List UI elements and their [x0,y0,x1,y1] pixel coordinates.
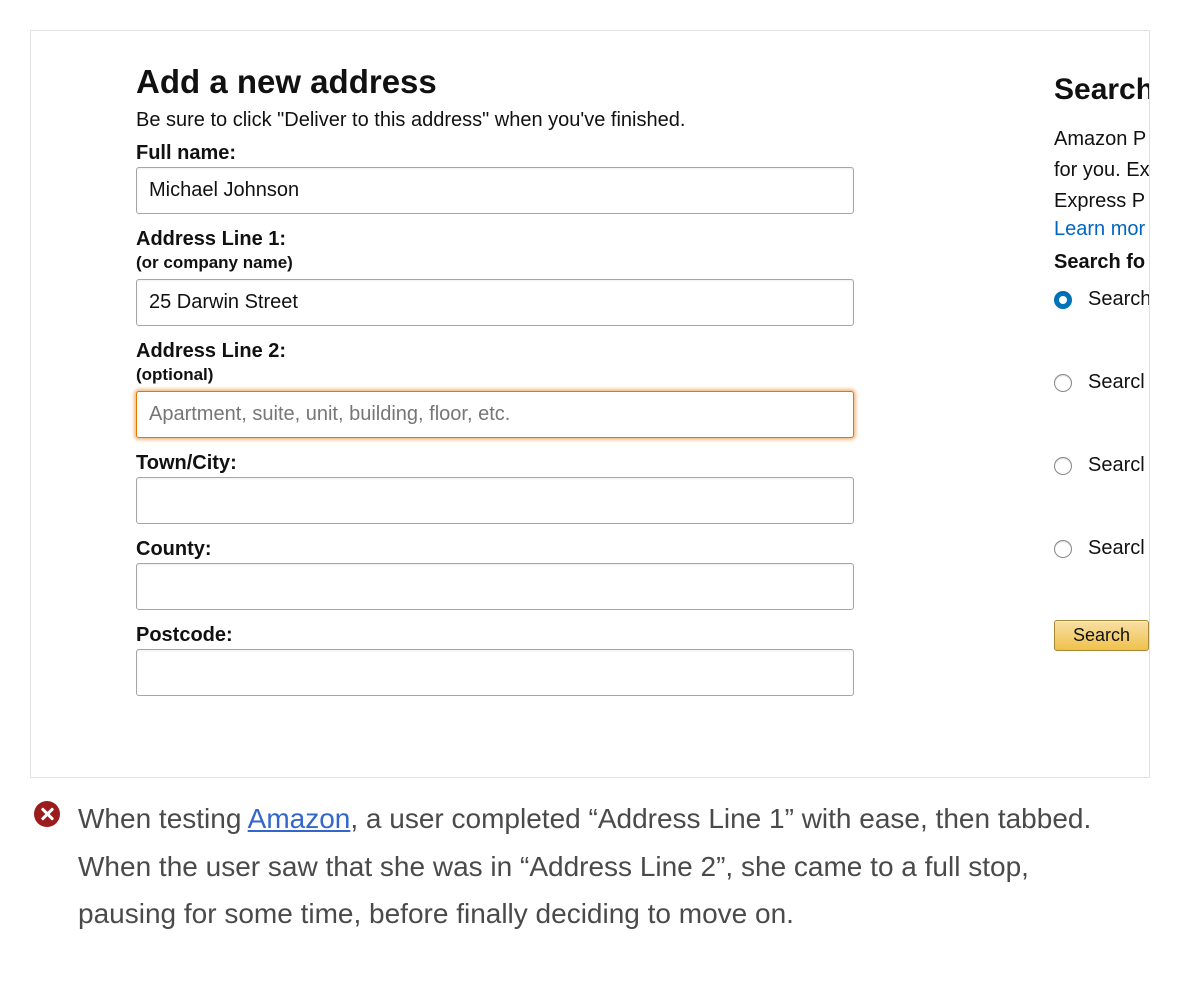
address-form: Add a new address Be sure to click "Deli… [136,63,861,710]
search-button[interactable]: Search [1054,620,1149,651]
address-line1-hint: (or company name) [136,253,861,273]
town-city-input[interactable] [136,477,854,524]
search-radio-2[interactable] [1054,374,1072,392]
pickup-sidebar: Search Amazon P for you. Ex Express P Le… [1054,73,1150,651]
postcode-label: Postcode: [136,624,861,647]
search-radio-2-label: Searcl [1088,371,1145,394]
address-line2-hint: (optional) [136,365,861,385]
error-icon [34,801,60,827]
address-line2-input[interactable] [136,391,854,438]
sidebar-text-1: Amazon P [1054,125,1150,154]
screenshot-panel: Add a new address Be sure to click "Deli… [30,30,1150,778]
search-radio-1-label: Search [1088,288,1150,311]
learn-more-link[interactable]: Learn mor [1054,218,1150,241]
search-radio-4[interactable] [1054,540,1072,558]
sidebar-subtitle: Search fo [1054,251,1150,274]
sidebar-title: Search [1054,73,1150,107]
county-input[interactable] [136,563,854,610]
caption-pre: When testing [78,803,248,834]
search-radio-4-label: Searcl [1088,537,1145,560]
form-title: Add a new address [136,63,861,101]
search-radio-3[interactable] [1054,457,1072,475]
sidebar-text-3: Express P [1054,187,1150,216]
full-name-label: Full name: [136,142,861,165]
address-line1-input[interactable] [136,279,854,326]
postcode-input[interactable] [136,649,854,696]
address-line2-label: Address Line 2: [136,340,861,363]
county-label: County: [136,538,861,561]
full-name-input[interactable] [136,167,854,214]
town-city-label: Town/City: [136,452,861,475]
caption-text: When testing Amazon, a user completed “A… [78,795,1134,938]
caption: When testing Amazon, a user completed “A… [34,795,1134,938]
form-subtitle: Be sure to click "Deliver to this addres… [136,109,861,132]
amazon-link[interactable]: Amazon [248,803,351,834]
search-radio-3-label: Searcl [1088,454,1145,477]
search-radio-1[interactable] [1054,291,1072,309]
sidebar-text-2: for you. Ex [1054,156,1150,185]
address-line1-label: Address Line 1: [136,228,861,251]
